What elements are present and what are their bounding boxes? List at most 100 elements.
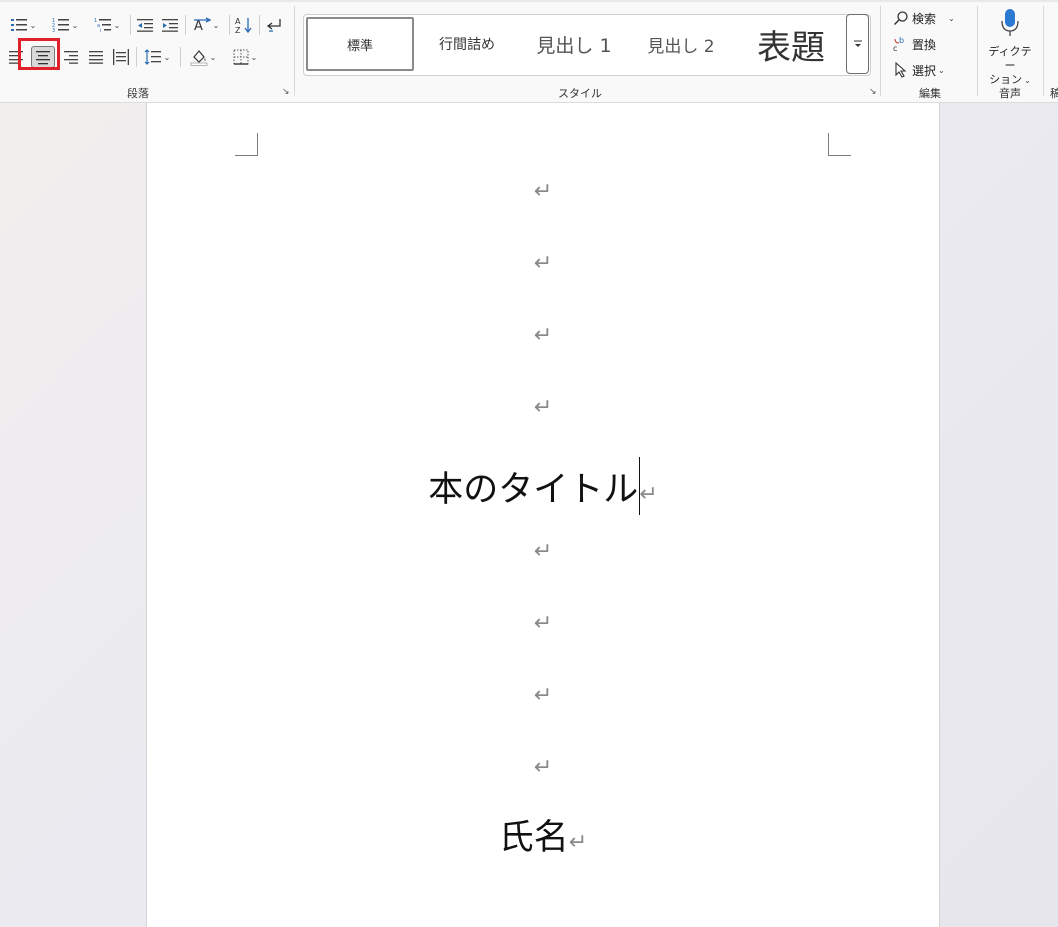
distributed-icon: [113, 49, 129, 65]
more-arrow-icon: [853, 40, 862, 47]
style-normal[interactable]: 標準: [306, 17, 414, 71]
styles-gallery: 標準 行間詰め 見出し 1 見出し 2 表題: [303, 14, 871, 76]
numbered-list-icon: 1 2 3: [52, 18, 69, 33]
justify-button[interactable]: [87, 46, 105, 68]
style-no-spacing[interactable]: 行間詰め: [417, 17, 517, 71]
svg-text:b: b: [899, 36, 904, 45]
chevron-down-icon: ⌄: [209, 52, 217, 62]
decrease-indent-button[interactable]: [134, 14, 156, 36]
align-right-icon: [64, 51, 78, 64]
numbering-button[interactable]: 1 2 3 ⌄: [48, 14, 82, 36]
asian-layout-icon: A: [193, 17, 211, 33]
borders-icon: [233, 49, 249, 65]
group-separator: [294, 6, 295, 96]
chevron-down-icon: ⌄: [29, 20, 37, 30]
svg-text:A: A: [194, 19, 203, 33]
book-title-line[interactable]: 本のタイトル↵: [147, 457, 939, 517]
group-label-voice: 音声: [999, 87, 1021, 100]
align-right-button[interactable]: [63, 46, 79, 68]
distributed-button[interactable]: [111, 46, 131, 68]
search-icon: [893, 10, 909, 26]
chevron-down-icon: ⌄: [163, 52, 171, 62]
group-label-partial: 稿: [1050, 87, 1058, 100]
show-formatting-marks-button[interactable]: [263, 14, 285, 36]
decrease-indent-icon: [137, 19, 153, 32]
dictation-button[interactable]: ディクテー ション ⌄: [983, 6, 1037, 86]
toolbar-separator: [229, 15, 230, 35]
line-spacing-button[interactable]: ⌄: [140, 46, 174, 68]
ribbon: ⌄ 1 2 3 ⌄ 1 a i ⌄ A ⌄ A Z ⌄ ⌄ ⌄ 段落 ↘ 標準 …: [0, 0, 1058, 103]
sort-button[interactable]: AZ: [233, 14, 255, 36]
cursor-arrow-icon: [893, 62, 909, 78]
paragraph-mark: ↵: [533, 683, 553, 708]
multilevel-list-button[interactable]: 1 a i ⌄: [90, 14, 124, 36]
group-separator: [977, 6, 978, 96]
style-heading-1[interactable]: 見出し 1: [519, 17, 629, 71]
replace-label: 置換: [912, 37, 937, 52]
crop-mark-top-right: [828, 133, 851, 156]
select-button[interactable]: 選択 ⌄: [893, 60, 945, 80]
paragraph-mark: ↵: [568, 830, 588, 855]
replace-icon: bc: [893, 35, 909, 53]
paragraph-mark: ↵: [533, 539, 553, 564]
paragraph-mark: ↵: [533, 611, 553, 636]
ribbon-top-border: [0, 0, 1058, 2]
replace-button[interactable]: bc 置換: [893, 34, 936, 54]
svg-text:3: 3: [52, 28, 55, 33]
toolbar-separator: [259, 15, 260, 35]
style-title[interactable]: 表題: [736, 17, 846, 71]
group-label-editing: 編集: [919, 87, 941, 100]
paragraph-mark: ↵: [533, 755, 553, 780]
shading-button[interactable]: ⌄: [185, 46, 221, 68]
dialog-launcher-icon[interactable]: ↘: [869, 88, 877, 97]
find-button[interactable]: 検索 ⌄: [893, 8, 955, 28]
dictation-label-line1: ディクテー: [988, 45, 1032, 72]
chevron-down-icon[interactable]: ⌄: [948, 14, 955, 23]
chevron-down-icon: ⌄: [250, 52, 258, 62]
toolbar-separator: [130, 15, 131, 35]
chevron-down-icon: ⌄: [938, 65, 945, 75]
svg-text:Z: Z: [235, 26, 241, 34]
gallery-more-button[interactable]: [846, 14, 869, 74]
chevron-down-icon: ⌄: [113, 20, 121, 30]
svg-text:A: A: [235, 17, 241, 26]
paragraph-mark: ↵: [533, 179, 553, 204]
sort-az-icon: AZ: [235, 17, 252, 34]
increase-indent-icon: [162, 19, 178, 32]
justify-icon: [89, 51, 103, 64]
increase-indent-button[interactable]: [159, 14, 181, 36]
microphone-icon: [1001, 9, 1019, 36]
style-heading-2[interactable]: 見出し 2: [631, 17, 731, 71]
book-title[interactable]: 本のタイトル: [428, 470, 638, 510]
chevron-down-icon: ⌄: [71, 20, 79, 30]
paragraph-mark: ↵: [533, 251, 553, 276]
crop-mark-top-left: [235, 133, 258, 156]
author-name[interactable]: 氏名: [499, 818, 569, 858]
chevron-down-icon: ⌄: [212, 20, 220, 30]
highlight-frame: [18, 38, 60, 70]
asian-layout-button[interactable]: A ⌄: [188, 14, 224, 36]
group-separator: [880, 6, 881, 96]
toolbar-separator: [136, 47, 137, 67]
document-page[interactable]: ↵ ↵ ↵ ↵ 本のタイトル↵ ↵ ↵ ↵ ↵ 氏名↵: [146, 103, 940, 927]
toolbar-separator: [185, 15, 186, 35]
author-name-line[interactable]: 氏名↵: [147, 816, 939, 865]
group-label-paragraph: 段落: [127, 87, 149, 100]
dialog-launcher-icon[interactable]: ↘: [282, 88, 290, 97]
bullets-button[interactable]: ⌄: [6, 14, 40, 36]
find-label: 検索: [912, 11, 937, 26]
svg-text:i: i: [100, 28, 101, 33]
paragraph-mark-icon: [266, 19, 281, 32]
group-separator: [1043, 6, 1044, 96]
paragraph-mark: ↵: [639, 482, 658, 507]
multilevel-list-icon: 1 a i: [94, 18, 111, 33]
toolbar-separator: [180, 47, 181, 67]
borders-button[interactable]: ⌄: [227, 46, 263, 68]
chevron-down-icon: ⌄: [1024, 76, 1031, 85]
paragraph-mark: ↵: [533, 323, 553, 348]
paint-bucket-icon: [190, 50, 207, 66]
bullet-list-icon: [10, 19, 27, 31]
svg-text:c: c: [893, 44, 897, 53]
line-spacing-icon: [144, 49, 161, 65]
group-label-styles: スタイル: [558, 87, 602, 100]
